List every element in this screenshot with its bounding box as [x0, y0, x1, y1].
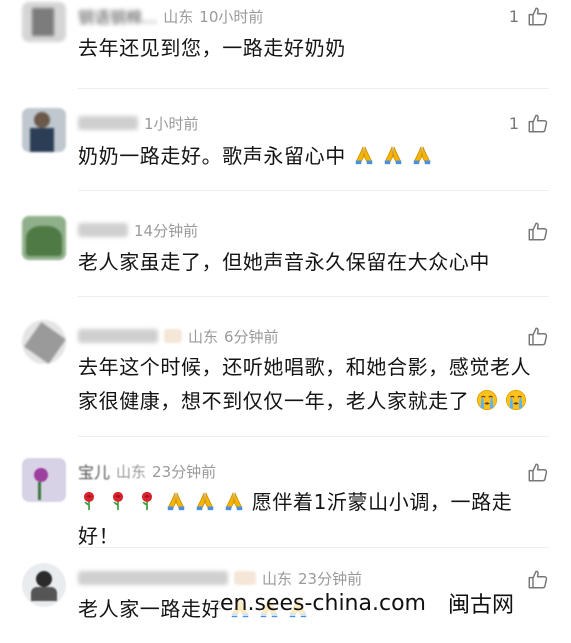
like-button[interactable] [527, 568, 549, 590]
username[interactable] [78, 223, 128, 237]
avatar[interactable] [22, 216, 66, 260]
pray-emoji-icon [223, 490, 245, 512]
timestamp: 14分钟前 [134, 221, 199, 240]
timestamp: 1小时前 [144, 114, 199, 133]
username[interactable]: 钢语钢棉... [78, 4, 157, 28]
comment-text-content: 老人家一路走好 [78, 597, 223, 621]
avatar[interactable] [22, 458, 66, 502]
username[interactable] [78, 329, 158, 343]
thumbs-up-icon [527, 461, 549, 483]
comment-meta: 山东 23分钟前 [78, 568, 362, 588]
timestamp: 6分钟前 [224, 327, 279, 346]
comment-item: 14分钟前 老人家虽走了，但她声音永久保留在大众心中 [0, 191, 571, 295]
like-button[interactable] [527, 220, 549, 242]
comment-text: 去年还见到您，一路走好奶奶 [78, 31, 547, 65]
comment-meta: 14分钟前 [78, 220, 198, 240]
comment-text-content: 去年还见到您，一路走好奶奶 [78, 36, 346, 60]
timestamp: 23分钟前 [298, 569, 363, 588]
comment-text: 去年这个时候，还听她唱歌，和她合影，感觉老人 家很健康，想不到仅仅一年，老人家就… [78, 350, 547, 418]
comment-item: 山东 6分钟前 去年这个时候，还听她唱歌，和她合影，感觉老人 家很健康，想不到仅… [0, 297, 571, 437]
like-button[interactable] [527, 461, 549, 483]
comment-text: 愿伴着1沂蒙山小调，一路走好！ [78, 485, 547, 553]
like-button[interactable] [527, 325, 549, 347]
username[interactable] [78, 116, 138, 130]
comment-item: 钢语钢棉... 山东 10小时前 1 去年还见到您，一路走好奶奶 [0, 0, 571, 95]
thumbs-up-icon [527, 325, 549, 347]
like-button[interactable]: 1 [509, 5, 549, 27]
pray-emoji-icon [382, 144, 404, 166]
rose-emoji-icon [78, 490, 100, 512]
avatar[interactable] [22, 2, 66, 42]
watermark-url: en.sees-china.com [218, 590, 428, 616]
crying-emoji-icon [476, 389, 498, 411]
divider [78, 88, 549, 89]
comment-item: 1小时前 1 奶奶一路走好。歌声永留心中 [0, 95, 571, 190]
comment-item: 宝儿 山东 23分钟前 愿伴着1沂蒙山小调，一路走好！ [0, 437, 571, 548]
thumbs-up-icon [527, 112, 549, 134]
user-badge [234, 571, 256, 585]
comment-text-content: 奶奶一路走好。歌声永留心中 [78, 144, 346, 168]
pray-emoji-icon [353, 144, 375, 166]
comment-meta: 钢语钢棉... 山东 10小时前 [78, 4, 264, 28]
like-count: 1 [508, 113, 519, 133]
location: 山东 [188, 327, 219, 346]
comment-text-line: 去年这个时候，还听她唱歌，和她合影，感觉老人 [78, 355, 532, 379]
avatar[interactable] [22, 320, 66, 364]
timestamp: 23分钟前 [152, 462, 217, 481]
timestamp: 10小时前 [199, 7, 264, 26]
pray-emoji-icon [194, 490, 216, 512]
comment-text: 奶奶一路走好。歌声永留心中 [78, 139, 547, 173]
comment-meta: 宝儿 山东 23分钟前 [78, 459, 217, 483]
thumbs-up-icon [527, 5, 549, 27]
crying-emoji-icon [505, 389, 527, 411]
avatar[interactable] [22, 108, 66, 152]
avatar[interactable] [22, 563, 66, 607]
comment-text-content: 老人家虽走了，但她声音永久保留在大众心中 [78, 250, 490, 274]
like-button[interactable]: 1 [509, 112, 549, 134]
user-badge [164, 329, 182, 343]
username[interactable]: 宝儿 [78, 459, 110, 483]
comment-text-content: 家很健康，想不到仅仅一年，老人家就走了 [78, 389, 470, 413]
location: 山东 [116, 462, 147, 481]
pray-emoji-icon [411, 144, 433, 166]
site-watermark: en.sees-china.com 闽古网 [218, 587, 516, 619]
rose-emoji-icon [136, 490, 158, 512]
pray-emoji-icon [165, 490, 187, 512]
username[interactable] [78, 571, 228, 585]
rose-emoji-icon [107, 490, 129, 512]
like-count: 1 [508, 6, 519, 26]
thumbs-up-icon [527, 568, 549, 590]
comment-meta: 山东 6分钟前 [78, 326, 279, 346]
location: 山东 [262, 569, 293, 588]
comment-text-line: 家很健康，想不到仅仅一年，老人家就走了 [78, 384, 547, 418]
thumbs-up-icon [527, 220, 549, 242]
comment-text: 老人家虽走了，但她声音永久保留在大众心中 [78, 245, 547, 279]
comment-meta: 1小时前 [78, 113, 199, 133]
location: 山东 [163, 7, 194, 26]
watermark-brand: 闽古网 [445, 587, 516, 619]
